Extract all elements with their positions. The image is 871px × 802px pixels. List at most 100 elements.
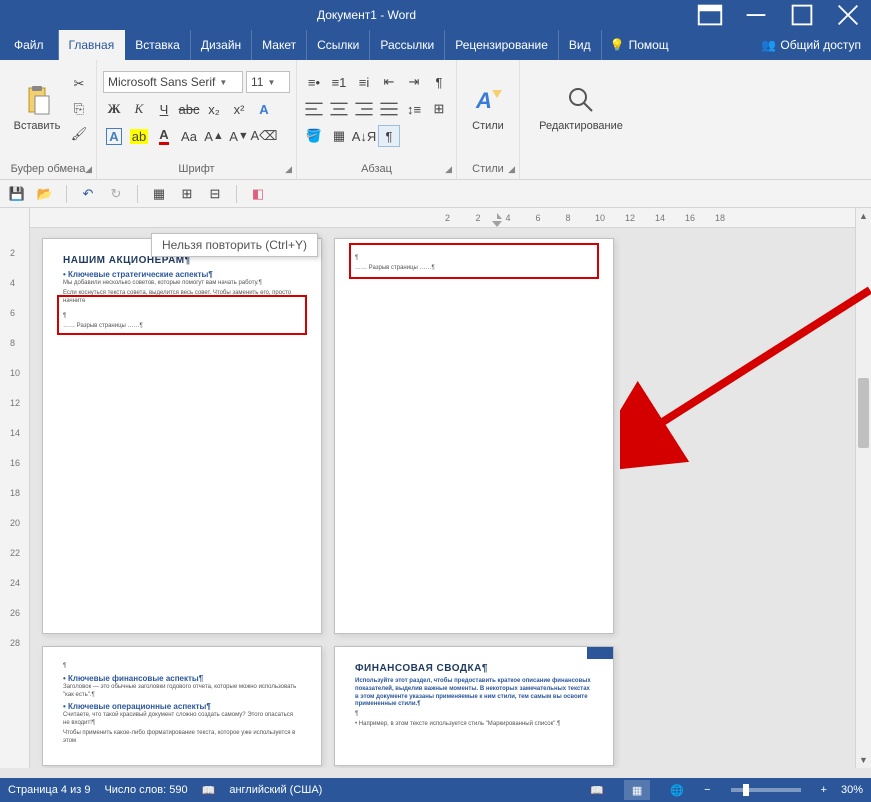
tab-review[interactable]: Рецензирование	[445, 30, 559, 60]
zoom-out-button[interactable]: −	[704, 784, 710, 796]
clear-formatting-button[interactable]: A⌫	[253, 125, 275, 147]
vertical-scrollbar[interactable]: ▲ ▼	[855, 208, 871, 768]
strikethrough-button[interactable]: abc	[178, 98, 200, 120]
insert-rows-button[interactable]: ⊞	[176, 183, 198, 205]
tab-file[interactable]: Файл	[0, 30, 59, 60]
change-case-button[interactable]: Aa	[178, 125, 200, 147]
close-button[interactable]	[825, 0, 871, 30]
ribbon-display-options[interactable]	[687, 0, 733, 30]
multilevel-list-button[interactable]: ≡i	[353, 71, 375, 93]
show-all-button[interactable]: ¶	[428, 71, 450, 93]
view-web-layout[interactable]: 🌐	[664, 780, 690, 800]
eraser-button[interactable]: ◧	[247, 183, 269, 205]
redo-icon: ↻	[111, 186, 122, 202]
share-button[interactable]: 👥 Общий доступ	[751, 30, 871, 60]
align-center-button[interactable]	[328, 98, 350, 120]
zoom-slider-thumb[interactable]	[743, 784, 749, 796]
superscript-button[interactable]: x²	[228, 98, 250, 120]
insert-cols-button[interactable]: ⊟	[204, 183, 226, 205]
line-spacing-button[interactable]: ↕≡	[403, 98, 425, 120]
shrink-font-button[interactable]: A▼	[228, 125, 250, 147]
font-name-combo[interactable]: Microsoft Sans Serif▼	[103, 71, 243, 93]
scroll-thumb[interactable]	[858, 378, 869, 448]
numbering-button[interactable]: ≡1	[328, 71, 350, 93]
tab-mailings[interactable]: Рассылки	[370, 30, 445, 60]
align-right-button[interactable]	[353, 98, 375, 120]
page-4[interactable]: ФИНАНСОВАЯ СВОДКА¶ Используйте этот разд…	[334, 646, 614, 766]
highlight-button[interactable]: ab	[128, 125, 150, 147]
minimize-button[interactable]	[733, 0, 779, 30]
page1-bullet1: • Ключевые стратегические аспекты¶	[63, 270, 301, 279]
save-button[interactable]: 💾	[6, 183, 28, 205]
tell-me[interactable]: 💡 Помощ	[602, 30, 677, 60]
status-words[interactable]: Число слов: 590	[104, 784, 187, 796]
status-language[interactable]: английский (США)	[229, 784, 322, 796]
page3-line3: Чтобы применить какое-либо форматировани…	[63, 730, 301, 746]
page-2[interactable]: ¶ …… Разрыв страницы ……¶	[334, 238, 614, 634]
font-color-button[interactable]: A	[153, 125, 175, 147]
justify-button[interactable]	[378, 98, 400, 120]
underline-button[interactable]: Ч	[153, 98, 175, 120]
align-left-button[interactable]	[303, 98, 325, 120]
view-print-layout[interactable]: ▦	[624, 780, 650, 800]
decrease-indent-button[interactable]: ⇤	[378, 71, 400, 93]
tell-me-label: Помощ	[629, 38, 669, 52]
increase-indent-button[interactable]: ⇥	[403, 71, 425, 93]
ruler-mark: 10	[10, 368, 20, 378]
char-border-button[interactable]: A	[103, 125, 125, 147]
view-read-mode[interactable]: 📖	[584, 780, 610, 800]
ruler-mark: 24	[10, 578, 20, 588]
shading-button[interactable]: 🪣	[303, 125, 325, 147]
maximize-button[interactable]	[779, 0, 825, 30]
spellcheck-icon[interactable]: 📖	[202, 784, 216, 797]
clipboard-launcher[interactable]: ◢	[85, 164, 92, 175]
paste-button[interactable]: Вставить	[6, 64, 68, 152]
subscript-button[interactable]: x₂	[203, 98, 225, 120]
tab-design[interactable]: Дизайн	[191, 30, 252, 60]
window-title: Документ1 - Word	[46, 8, 687, 22]
ruler-mark: 2	[475, 213, 481, 223]
text-effects-button[interactable]: A	[253, 98, 275, 120]
bullets-button[interactable]: ≡•	[303, 71, 325, 93]
format-painter-button[interactable]: 🖌	[68, 123, 90, 145]
grow-font-button[interactable]: A▲	[203, 125, 225, 147]
status-page[interactable]: Страница 4 из 9	[8, 784, 90, 796]
horizontal-ruler[interactable]: 2 2 4 6 8 10 12 14 16 18	[30, 208, 871, 228]
styles-launcher[interactable]: ◢	[508, 164, 515, 175]
page-1[interactable]: НАШИМ АКЦИОНЕРАМ¶ • Ключевые стратегичес…	[42, 238, 322, 634]
tab-references[interactable]: Ссылки	[307, 30, 370, 60]
scroll-down-button[interactable]: ▼	[856, 752, 871, 768]
table-button[interactable]: ▦	[148, 183, 170, 205]
cut-button[interactable]: ✂	[68, 73, 90, 95]
statusbar: Страница 4 из 9 Число слов: 590 📖 англий…	[0, 778, 871, 802]
copy-button[interactable]: ⎘	[68, 98, 90, 120]
tab-view[interactable]: Вид	[559, 30, 602, 60]
zoom-slider[interactable]	[731, 788, 801, 792]
zoom-in-button[interactable]: +	[821, 784, 827, 796]
editing-button[interactable]: Редактирование	[526, 64, 636, 152]
italic-button[interactable]: К	[128, 98, 150, 120]
scroll-up-button[interactable]: ▲	[856, 208, 871, 224]
font-launcher[interactable]: ◢	[285, 164, 292, 175]
indent-marker-icon[interactable]	[491, 211, 503, 227]
borders-button[interactable]: ⊞	[428, 98, 450, 120]
pilcrow-button[interactable]: ¶	[378, 125, 400, 147]
paragraph-launcher[interactable]: ◢	[445, 164, 452, 175]
borders2-button[interactable]: ▦	[328, 125, 350, 147]
sort-button[interactable]: A↓Я	[353, 125, 375, 147]
vertical-ruler[interactable]: 2 4 6 8 10 12 14 16 18 20 22 24 26 28	[0, 208, 30, 768]
tab-layout[interactable]: Макет	[252, 30, 307, 60]
ruler-mark: 6	[535, 213, 541, 223]
document-pages[interactable]: НАШИМ АКЦИОНЕРАМ¶ • Ключевые стратегичес…	[30, 228, 871, 768]
open-button[interactable]: 📂	[34, 183, 56, 205]
tab-insert[interactable]: Вставка	[125, 30, 191, 60]
bold-button[interactable]: Ж	[103, 98, 125, 120]
page-3[interactable]: ¶ • Ключевые финансовые аспекты¶ Заголов…	[42, 646, 322, 766]
tab-home[interactable]: Главная	[59, 30, 126, 60]
styles-button[interactable]: A Стили	[463, 64, 513, 152]
redo-button[interactable]: ↻	[105, 183, 127, 205]
paragraph-label: Абзац	[361, 163, 392, 175]
font-size-combo[interactable]: 11▼	[246, 71, 290, 93]
undo-button[interactable]: ↶	[77, 183, 99, 205]
zoom-value[interactable]: 30%	[841, 784, 863, 796]
